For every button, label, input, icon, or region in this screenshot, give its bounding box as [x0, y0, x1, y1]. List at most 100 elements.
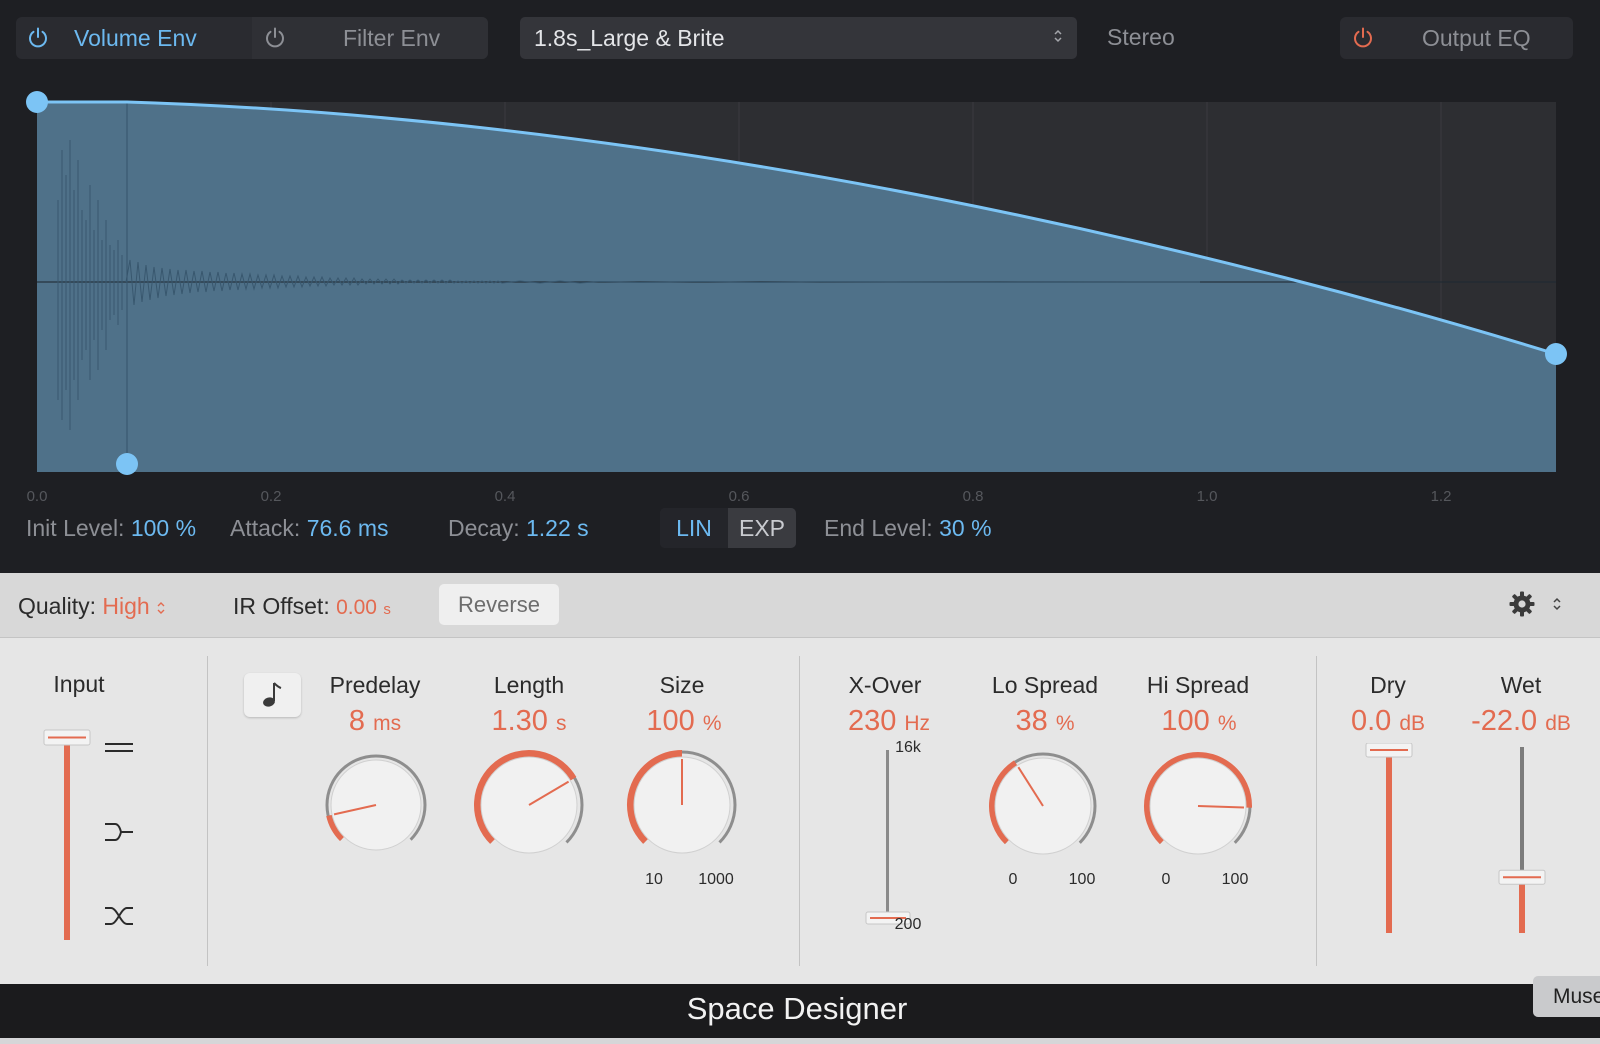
ir-offset-unit: s	[383, 601, 391, 618]
wet-unit: dB	[1545, 712, 1571, 735]
volume-env-power-icon[interactable]	[26, 26, 50, 50]
input-fader[interactable]	[40, 718, 92, 948]
curve-mode-toggle[interactable]: LIN EXP	[660, 508, 796, 548]
length-value-readout[interactable]: 1.30 s	[491, 705, 566, 738]
predelay-knob[interactable]	[321, 750, 431, 860]
swap-input-icon[interactable]	[103, 904, 135, 928]
size-value-readout[interactable]: 100 %	[646, 705, 721, 738]
length-unit: s	[556, 712, 567, 735]
plugin-title: Space Designer	[686, 991, 908, 1026]
end-level-readout[interactable]: End Level: 30 %	[824, 515, 992, 542]
hi-spread-knob[interactable]	[1140, 748, 1256, 864]
preset-name: 1.8s_Large & Brite	[534, 24, 725, 51]
predelay-value-readout[interactable]: 8 ms	[349, 705, 401, 738]
xover-value: 230	[847, 705, 897, 737]
xover-fader[interactable]	[862, 748, 912, 928]
controls-panel: Input Predelay 8 ms Length 1.30 s Size 1…	[0, 638, 1600, 984]
input-label: Input	[53, 671, 105, 697]
init-level-readout[interactable]: Init Level: 100 %	[26, 515, 196, 542]
decay-value[interactable]: 1.22 s	[526, 515, 589, 541]
lo-spread-label: Lo Spread	[991, 672, 1099, 698]
muse-button[interactable]: Muse	[1533, 976, 1600, 1017]
up-down-chevron-icon	[157, 602, 165, 614]
envelope-tabs: Volume Env Filter Env	[16, 17, 488, 59]
wet-value-readout[interactable]: -22.0 dB	[1471, 705, 1571, 738]
xover-value-readout[interactable]: 230 Hz	[848, 705, 930, 738]
exp-button[interactable]: EXP	[728, 508, 796, 548]
lin-button[interactable]: LIN	[660, 508, 728, 548]
plugin-title-bar: Space Designer Muse	[0, 976, 1600, 1038]
xover-unit: Hz	[904, 712, 931, 735]
attack-value[interactable]: 76.6 ms	[307, 515, 389, 541]
options-bar: Quality: High IR Offset: 0.00 s Reverse	[0, 573, 1600, 638]
hi-spread-min-label: 0	[1161, 871, 1171, 888]
attack-readout[interactable]: Attack: 76.6 ms	[230, 515, 389, 542]
dry-fader[interactable]	[1364, 743, 1414, 943]
hi-spread-value-readout[interactable]: 100 %	[1161, 705, 1236, 738]
ir-offset-control[interactable]: IR Offset: 0.00 s	[233, 593, 391, 620]
filter-env-power-icon[interactable]	[263, 26, 287, 50]
reverse-button[interactable]: Reverse	[439, 584, 559, 625]
mono-sum-input-icon[interactable]	[103, 820, 135, 844]
up-down-chevron-icon[interactable]	[1551, 595, 1563, 613]
wet-label: Wet	[1500, 672, 1542, 698]
axis-tick-label: 0.0	[26, 488, 48, 505]
dry-value: 0.0	[1350, 705, 1392, 737]
dry-unit: dB	[1399, 712, 1426, 735]
tab-volume-env[interactable]: Volume Env	[74, 17, 197, 59]
dry-value-readout[interactable]: 0.0 dB	[1351, 705, 1425, 738]
hi-spread-label: Hi Spread	[1146, 672, 1250, 698]
volume-envelope-display[interactable]	[0, 80, 1600, 520]
attack-handle[interactable]	[116, 453, 138, 475]
note-sync-button[interactable]	[244, 673, 301, 717]
axis-tick-label: 0.8	[962, 488, 984, 505]
lo-spread-value: 38	[1015, 705, 1048, 737]
decay-readout[interactable]: Decay: 1.22 s	[448, 515, 589, 542]
dry-label: Dry	[1370, 672, 1406, 698]
preset-selector[interactable]: 1.8s_Large & Brite	[520, 17, 1077, 59]
predelay-unit: ms	[373, 712, 402, 735]
tab-filter-env[interactable]: Filter Env	[343, 17, 440, 59]
section-divider	[1316, 656, 1317, 966]
xover-max-label: 16k	[895, 739, 921, 756]
window-bottom-edge	[0, 1038, 1600, 1044]
fader-fill	[1519, 877, 1525, 933]
lo-spread-value-readout[interactable]: 38 %	[1015, 705, 1074, 738]
end-level-value[interactable]: 30 %	[939, 515, 991, 541]
envelope-panel: Volume Env Filter Env 1.8s_Large & Brite…	[0, 0, 1600, 573]
fader-fill	[1386, 747, 1392, 933]
wet-fader[interactable]	[1497, 743, 1547, 943]
section-divider	[207, 656, 208, 966]
size-knob[interactable]	[623, 746, 741, 864]
stereo-label[interactable]: Stereo	[1107, 24, 1175, 51]
wet-value: -22.0	[1471, 705, 1538, 737]
hi-spread-unit: %	[1217, 712, 1237, 735]
end-level-label: End Level:	[824, 515, 933, 541]
length-knob[interactable]	[470, 746, 588, 864]
axis-tick-label: 0.4	[494, 488, 516, 505]
lo-spread-knob[interactable]	[985, 748, 1101, 864]
lo-spread-unit: %	[1055, 712, 1075, 735]
size-min-label: 10	[645, 871, 663, 888]
axis-tick-label: 1.2	[1430, 488, 1452, 505]
output-eq-label: Output EQ	[1422, 24, 1531, 51]
length-value: 1.30	[491, 705, 548, 737]
music-note-icon	[263, 682, 282, 707]
ir-offset-label: IR Offset:	[233, 593, 330, 619]
predelay-value: 8	[348, 705, 366, 737]
attack-label: Attack:	[230, 515, 301, 541]
stereo-input-icon[interactable]	[103, 738, 135, 758]
size-unit: %	[702, 712, 722, 735]
quality-selector[interactable]: Quality: High	[18, 593, 166, 620]
init-level-value[interactable]: 100 %	[131, 515, 196, 541]
output-eq-toggle[interactable]: Output EQ	[1340, 17, 1573, 59]
gear-icon[interactable]	[1508, 590, 1536, 618]
xover-label: X-Over	[848, 672, 922, 698]
quality-value[interactable]: High	[102, 593, 149, 619]
end-level-handle[interactable]	[1545, 343, 1567, 365]
lo-spread-min-label: 0	[1008, 871, 1018, 888]
size-max-label: 1000	[698, 871, 734, 888]
output-eq-power-icon[interactable]	[1351, 26, 1375, 50]
init-level-handle[interactable]	[26, 91, 48, 113]
ir-offset-value[interactable]: 0.00	[336, 596, 377, 619]
